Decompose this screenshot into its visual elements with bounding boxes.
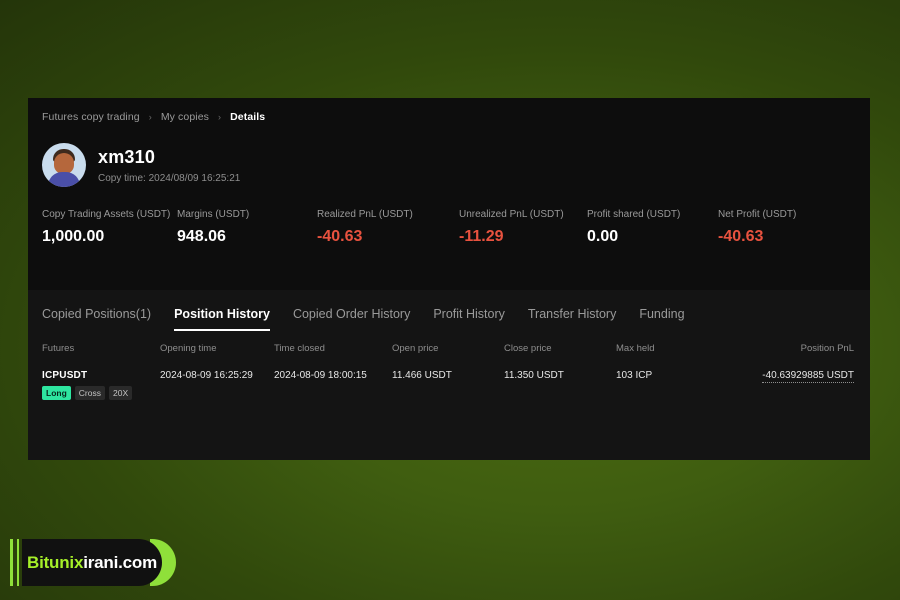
stat-label: Net Profit (USDT) — [718, 209, 797, 220]
stat-realized-pnl: Realized PnL (USDT) -40.63 — [317, 209, 459, 246]
history-section: Copied Positions(1) Position History Cop… — [28, 290, 870, 460]
cell-opening-time: 2024-08-09 16:25:29 — [160, 370, 253, 381]
copy-time-label: Copy time: 2024/08/09 16:25:21 — [98, 172, 241, 184]
watermark-domain: irani.com — [83, 552, 157, 572]
stat-profit-shared: Profit shared (USDT) 0.00 — [587, 209, 718, 246]
avatar-face — [54, 153, 74, 174]
stat-unrealized-pnl: Unrealized PnL (USDT) -11.29 — [459, 209, 587, 246]
stat-value: 0.00 — [587, 228, 619, 245]
watermark: Bitunix irani.com — [0, 535, 180, 590]
cell-futures: ICPUSDT Long Cross 20X — [42, 366, 160, 400]
breadcrumb-item-my-copies[interactable]: My copies — [161, 111, 209, 123]
stat-value: -11.29 — [459, 228, 504, 245]
cell-max-held: 103 ICP — [616, 370, 653, 381]
stat-label: Profit shared (USDT) — [587, 209, 681, 220]
column-header-position-pnl: Position PnL — [800, 343, 854, 354]
column-header-close-price: Close price — [504, 343, 552, 354]
position-pnl-value[interactable]: -40.63929885 USDT — [762, 370, 854, 383]
column-header-time-closed: Time closed — [274, 343, 325, 354]
stat-value: -40.63 — [718, 228, 764, 245]
watermark-brand: Bitunix — [27, 552, 84, 572]
cell-open-price: 11.466 USDT — [392, 370, 452, 381]
profile-text: xm310 Copy time: 2024/08/09 16:25:21 — [98, 147, 240, 184]
details-panel: Futures copy trading › My copies › Detai… — [28, 98, 870, 460]
breadcrumb-item-details: Details — [230, 111, 266, 123]
stat-value: 1,000.00 — [42, 228, 105, 245]
position-badges: Long Cross 20X — [42, 386, 160, 400]
status-badge-side: Long — [42, 386, 71, 400]
tab-funding[interactable]: Funding — [639, 307, 684, 331]
tab-position-history[interactable]: Position History — [174, 307, 270, 331]
stat-copy-trading-assets: Copy Trading Assets (USDT) 1,000.00 — [42, 209, 177, 246]
stat-label: Unrealized PnL (USDT) — [459, 209, 564, 220]
stat-value: 948.06 — [177, 228, 226, 245]
page-title: xm310 — [98, 146, 156, 167]
stat-label: Copy Trading Assets (USDT) — [42, 209, 171, 220]
stat-label: Realized PnL (USDT) — [317, 209, 413, 220]
column-header-futures: Futures — [42, 343, 75, 354]
watermark-pill: Bitunix irani.com — [22, 539, 162, 586]
profile-header: xm310 Copy time: 2024/08/09 16:25:21 — [28, 123, 870, 187]
tab-transfer-history[interactable]: Transfer History — [528, 307, 616, 331]
symbol-label: ICPUSDT — [42, 370, 88, 381]
tab-copied-order-history[interactable]: Copied Order History — [293, 307, 410, 331]
cell-time-closed: 2024-08-09 18:00:15 — [274, 370, 367, 381]
tab-bar: Copied Positions(1) Position History Cop… — [42, 290, 870, 331]
breadcrumb: Futures copy trading › My copies › Detai… — [28, 98, 870, 123]
table-header-row: Futures Opening time Time closed Open pr… — [42, 343, 870, 366]
tab-profit-history[interactable]: Profit History — [433, 307, 505, 331]
status-badge-leverage: 20X — [108, 386, 133, 400]
avatar-body — [48, 172, 80, 187]
tab-copied-positions[interactable]: Copied Positions(1) — [42, 307, 151, 331]
stat-label: Margins (USDT) — [177, 209, 250, 220]
breadcrumb-item-futures-copy-trading[interactable]: Futures copy trading — [42, 111, 140, 123]
status-badge-margin: Cross — [74, 386, 105, 400]
stats-row: Copy Trading Assets (USDT) 1,000.00 Marg… — [28, 187, 870, 246]
cell-close-price: 11.350 USDT — [504, 370, 564, 381]
chevron-right-icon: › — [218, 112, 222, 122]
stat-margins: Margins (USDT) 948.06 — [177, 209, 317, 246]
column-header-opening-time: Opening time — [160, 343, 217, 354]
table-row: ICPUSDT Long Cross 20X 2024-08-09 16:25:… — [42, 366, 870, 400]
column-header-max-held: Max held — [616, 343, 655, 354]
cell-position-pnl: -40.63929885 USDT — [726, 366, 870, 400]
stat-value: -40.63 — [317, 228, 363, 245]
chevron-right-icon: › — [148, 112, 152, 122]
stat-net-profit: Net Profit (USDT) -40.63 — [718, 209, 796, 246]
column-header-open-price: Open price — [392, 343, 439, 354]
position-history-table: Futures Opening time Time closed Open pr… — [42, 343, 870, 400]
user-avatar-icon — [42, 143, 86, 187]
